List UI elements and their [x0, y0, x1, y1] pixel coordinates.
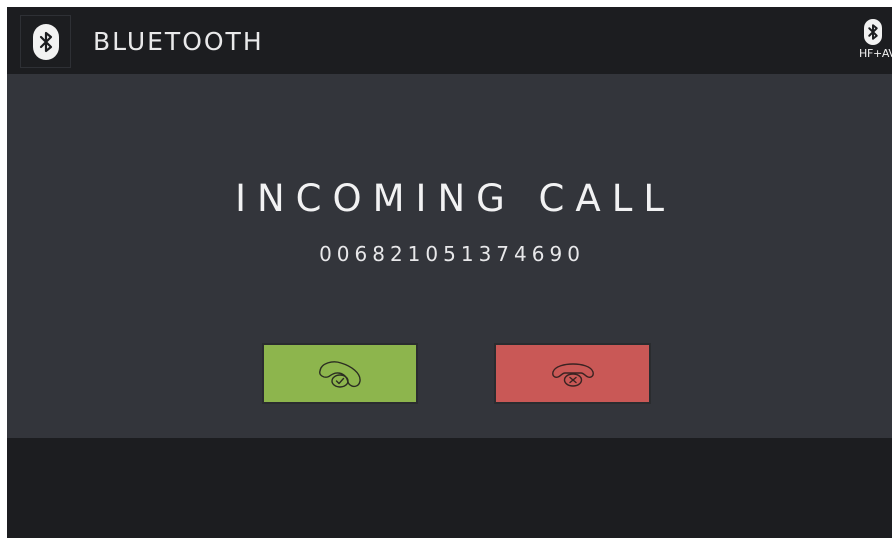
- bluetooth-status: HF+AV: [859, 19, 892, 71]
- header-bar: BLUETOOTH HF+AV: [7, 7, 892, 74]
- incoming-call-title: INCOMING CALL: [235, 177, 675, 220]
- caller-number: 006821051374690: [319, 242, 585, 266]
- reject-call-button[interactable]: [494, 343, 651, 404]
- bluetooth-icon: [32, 23, 59, 60]
- phone-reject-icon: [551, 362, 594, 387]
- bluetooth-call-screen: BLUETOOTH HF+AV INCOMING CALL 0068210513…: [7, 7, 892, 538]
- bluetooth-status-icon: [864, 19, 882, 45]
- bottom-bar: [7, 438, 892, 538]
- bluetooth-menu-button[interactable]: [20, 15, 71, 68]
- phone-accept-icon: [319, 360, 361, 388]
- call-panel: INCOMING CALL 006821051374690: [7, 74, 892, 438]
- header-title: BLUETOOTH: [93, 27, 264, 56]
- accept-call-button[interactable]: [262, 343, 418, 404]
- bluetooth-profile-label: HF+AV: [859, 47, 892, 60]
